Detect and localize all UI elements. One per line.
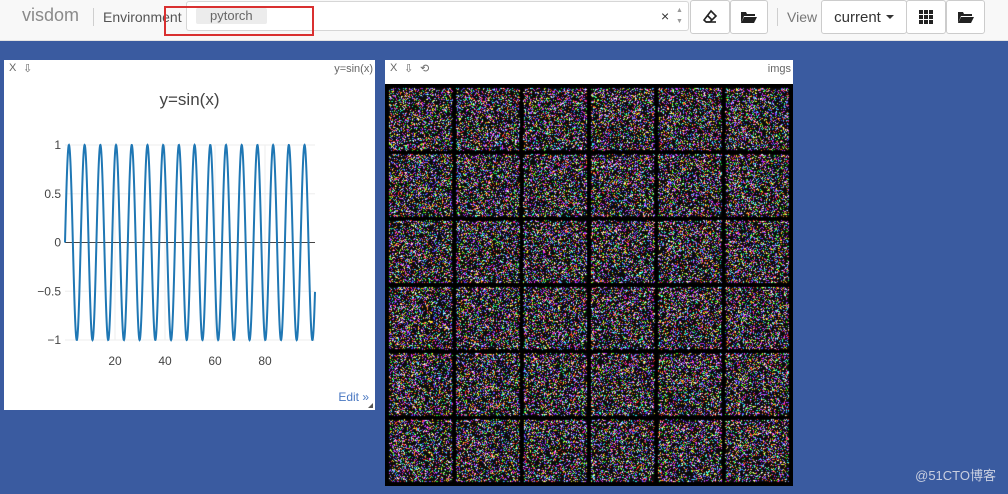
manage-env-button[interactable]: [730, 0, 768, 34]
x-tick-label: 60: [208, 354, 222, 368]
clear-environment-icon[interactable]: ×: [661, 8, 669, 24]
folder-open-icon: [957, 12, 974, 23]
clear-env-button[interactable]: [690, 0, 730, 34]
y-tick-label: −0.5: [37, 284, 61, 298]
resize-handle[interactable]: [368, 403, 373, 408]
watermark: @51CTO博客: [915, 468, 996, 483]
grid-icon: [919, 10, 933, 24]
manage-views-button[interactable]: [946, 0, 985, 34]
y-tick-label: 0: [54, 236, 61, 250]
brand-logo[interactable]: visdom: [22, 5, 79, 26]
y-tick-label: −1: [47, 333, 61, 347]
top-navbar: visdom Environment pytorch × ▲ ▼ View cur…: [0, 0, 1008, 41]
pane-title: imgs: [767, 63, 791, 75]
repack-button[interactable]: [906, 0, 946, 34]
pane-header: X ⇩ ⟲ imgs: [385, 60, 793, 84]
eraser-icon: [702, 9, 718, 23]
images-pane[interactable]: X ⇩ ⟲ imgs: [385, 60, 793, 486]
y-tick-label: 0.5: [44, 187, 61, 201]
image-grid: [385, 84, 793, 486]
nav-divider: [777, 8, 778, 26]
refresh-icon[interactable]: ⟲: [420, 62, 429, 75]
x-tick-label: 40: [158, 354, 172, 368]
x-tick-label: 80: [258, 354, 272, 368]
view-select-button[interactable]: current: [821, 0, 907, 34]
select-arrows-icon[interactable]: ▲ ▼: [676, 5, 683, 27]
plot-pane[interactable]: X ⇩ y=sin(x) y=sin(x) 20 40 60 80 1 0.5 0 −0.5−…: [4, 60, 375, 410]
line-chart[interactable]: 20 40 60 80 1 0.5 0 −0.5 −1: [4, 60, 375, 410]
view-label: View: [787, 9, 818, 25]
edit-link[interactable]: Edit »: [338, 390, 369, 404]
close-pane-button[interactable]: X: [390, 62, 397, 74]
nav-divider: [93, 8, 94, 26]
annotation-highlight: [164, 6, 314, 36]
caret-down-icon: [885, 15, 894, 19]
y-tick-label: 1: [54, 138, 61, 152]
download-icon[interactable]: ⇩: [404, 62, 413, 75]
x-tick-label: 20: [108, 354, 122, 368]
view-select-value: current: [834, 8, 881, 26]
folder-open-icon: [741, 12, 757, 23]
